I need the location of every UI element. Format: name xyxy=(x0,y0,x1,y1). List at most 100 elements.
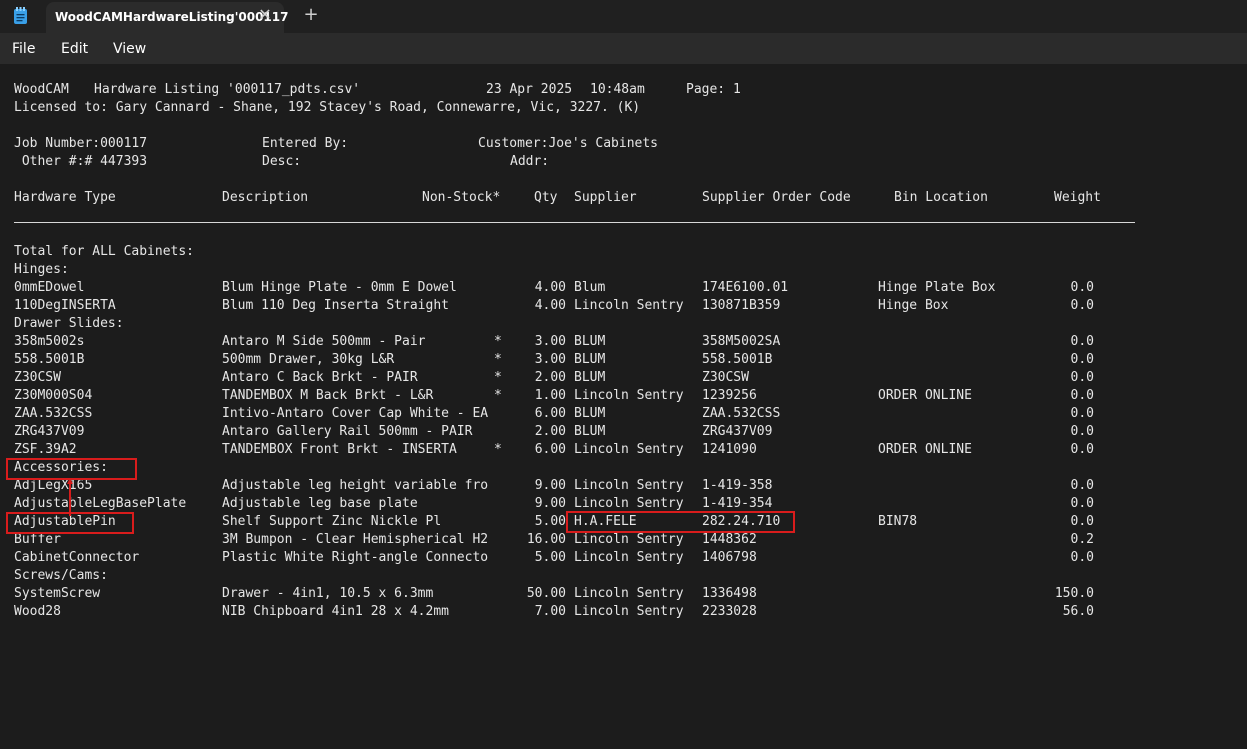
row-description: Antaro C Back Brkt - PAIR xyxy=(222,370,418,385)
title-bar: WoodCAMHardwareListing'000117 ✕ + xyxy=(0,0,1247,33)
row-type: 558.5001B xyxy=(14,352,85,367)
row-type: Z30CSW xyxy=(14,370,61,385)
row-bin-location: ORDER ONLINE xyxy=(878,442,972,457)
row-bin-location: BIN78 xyxy=(878,514,918,529)
customer: Customer:Joe's Cabinets xyxy=(478,136,659,151)
row-non-stock: * xyxy=(494,442,502,457)
row-description: Blum Hinge Plate - 0mm E Dowel xyxy=(222,280,457,295)
other-number: Other #:# 447393 xyxy=(14,154,148,169)
row-weight: 56.0 xyxy=(1062,604,1094,619)
address-field: Addr: xyxy=(510,154,550,169)
row-supplier: BLUM xyxy=(574,424,606,439)
report-licensed: Licensed to: Gary Cannard - Shane, 192 S… xyxy=(14,100,641,115)
close-tab-icon[interactable]: ✕ xyxy=(257,7,273,23)
row-supplier: Lincoln Sentry xyxy=(574,604,684,619)
row-order-code: 1239256 xyxy=(702,388,757,403)
row-type: SystemScrew xyxy=(14,586,101,601)
row-qty: 5.00 xyxy=(534,514,566,529)
row-bin-location: ORDER ONLINE xyxy=(878,388,972,403)
row-bin-location: Hinge Plate Box xyxy=(878,280,996,295)
row-description: 3M Bumpon - Clear Hemispherical H2 xyxy=(222,532,489,547)
row-description: TANDEMBOX M Back Brkt - L&R xyxy=(222,388,434,403)
col-non-stock: Non-Stock* xyxy=(422,190,501,205)
row-type: CabinetConnector xyxy=(14,550,140,565)
notepad-icon xyxy=(14,7,27,24)
entered-by: Entered By: xyxy=(262,136,349,151)
row-type: 358m5002s xyxy=(14,334,85,349)
row-type: 110DegINSERTA xyxy=(14,298,116,313)
highlight-supplier-code xyxy=(566,511,795,533)
row-non-stock: * xyxy=(494,334,502,349)
row-description: Intivo-Antaro Cover Cap White - EA xyxy=(222,406,489,421)
row-supplier: Lincoln Sentry xyxy=(574,586,684,601)
col-weight: Weight xyxy=(1054,190,1101,205)
row-weight: 0.0 xyxy=(1070,406,1094,421)
row-non-stock: * xyxy=(494,370,502,385)
row-type: AdjustableLegBasePlate xyxy=(14,496,187,511)
row-non-stock: * xyxy=(494,352,502,367)
row-description: Antaro M Side 500mm - Pair xyxy=(222,334,426,349)
row-description: NIB Chipboard 4in1 28 x 4.2mm xyxy=(222,604,449,619)
row-order-code: ZRG437V09 xyxy=(702,424,773,439)
menu-file[interactable]: File xyxy=(12,41,35,57)
menu-view[interactable]: View xyxy=(113,41,146,57)
row-description: Blum 110 Deg Inserta Straight xyxy=(222,298,449,313)
row-description: TANDEMBOX Front Brkt - INSERTA xyxy=(222,442,457,457)
row-qty: 6.00 xyxy=(534,406,566,421)
menu-edit[interactable]: Edit xyxy=(61,41,88,57)
row-description: Plastic White Right-angle Connecto xyxy=(222,550,489,565)
document-text-area[interactable]: WoodCAM Hardware Listing '000117_pdts.cs… xyxy=(0,64,1247,749)
row-type: Wood28 xyxy=(14,604,61,619)
row-description: Antaro Gallery Rail 500mm - PAIR xyxy=(222,424,473,439)
row-bin-location: Hinge Box xyxy=(878,298,949,313)
header-divider xyxy=(14,222,1135,223)
tab-title: WoodCAMHardwareListing'000117 xyxy=(55,10,289,24)
row-order-code: 558.5001B xyxy=(702,352,773,367)
row-order-code: 1-419-358 xyxy=(702,478,773,493)
report-program: WoodCAM xyxy=(14,82,69,97)
row-weight: 0.0 xyxy=(1070,352,1094,367)
row-weight: 0.0 xyxy=(1070,514,1094,529)
row-supplier: BLUM xyxy=(574,352,606,367)
row-order-code: 1406798 xyxy=(702,550,757,565)
description-field: Desc: xyxy=(262,154,302,169)
row-order-code: Z30CSW xyxy=(702,370,749,385)
row-weight: 0.0 xyxy=(1070,478,1094,493)
row-supplier: Lincoln Sentry xyxy=(574,532,684,547)
row-qty: 9.00 xyxy=(534,478,566,493)
col-bin-location: Bin Location xyxy=(894,190,988,205)
row-description: 500mm Drawer, 30kg L&R xyxy=(222,352,395,367)
row-description: Shelf Support Zinc Nickle Pl xyxy=(222,514,442,529)
row-qty: 2.00 xyxy=(534,370,566,385)
row-supplier: Lincoln Sentry xyxy=(574,478,684,493)
tab-document[interactable]: WoodCAMHardwareListing'000117 ✕ xyxy=(46,2,288,33)
group-screws-cams: Screws/Cams: xyxy=(14,568,108,583)
row-non-stock: * xyxy=(494,388,502,403)
row-supplier: Blum xyxy=(574,280,606,295)
row-order-code: 130871B359 xyxy=(702,298,781,313)
row-weight: 0.0 xyxy=(1070,424,1094,439)
row-supplier: BLUM xyxy=(574,334,606,349)
row-weight: 0.0 xyxy=(1070,280,1094,295)
row-type: ZAA.532CSS xyxy=(14,406,93,421)
row-supplier: Lincoln Sentry xyxy=(574,442,684,457)
total-label: Total for ALL Cabinets: xyxy=(14,244,195,259)
highlight-accessories xyxy=(6,458,137,480)
row-qty: 4.00 xyxy=(534,280,566,295)
new-tab-icon[interactable]: + xyxy=(302,6,320,24)
row-weight: 0.0 xyxy=(1070,388,1094,403)
col-hardware-type: Hardware Type xyxy=(14,190,116,205)
group-hinges: Hinges: xyxy=(14,262,69,277)
row-order-code: ZAA.532CSS xyxy=(702,406,781,421)
col-qty: Qty xyxy=(534,190,558,205)
row-description: Adjustable leg base plate xyxy=(222,496,418,511)
row-qty: 3.00 xyxy=(534,334,566,349)
job-number: Job Number:000117 xyxy=(14,136,148,151)
col-description: Description xyxy=(222,190,309,205)
col-supplier: Supplier xyxy=(574,190,637,205)
row-qty: 1.00 xyxy=(534,388,566,403)
row-description: Drawer - 4in1, 10.5 x 6.3mm xyxy=(222,586,434,601)
row-type: Z30M000S04 xyxy=(14,388,93,403)
row-supplier: Lincoln Sentry xyxy=(574,550,684,565)
row-order-code: 174E6100.01 xyxy=(702,280,789,295)
